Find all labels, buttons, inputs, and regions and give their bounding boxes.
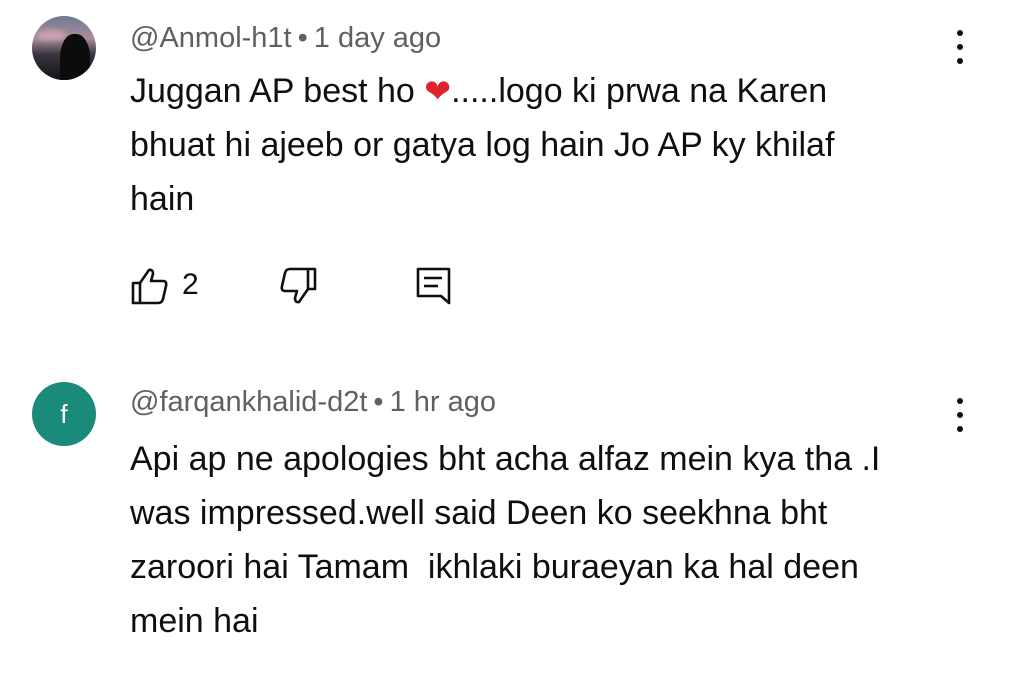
comment-meta: @Anmol-h1t • 1 day ago [130,22,441,55]
heart-emoji: ❤ [424,72,452,110]
thumbs-up-icon[interactable] [130,266,170,311]
avatar[interactable]: f [32,382,96,446]
more-vert-icon[interactable] [950,398,970,438]
meta-separator: • [297,22,308,54]
avatar[interactable] [32,16,96,80]
author-handle[interactable]: @Anmol-h1t [130,22,292,54]
comment-time[interactable]: 1 hr ago [390,386,496,418]
comment-1: @Anmol-h1t • 1 day ago Juggan AP best ho ❤… [0,0,1024,340]
like-count: 2 [182,268,199,301]
comment-time[interactable]: 1 day ago [314,22,441,54]
reply-icon[interactable] [414,266,454,311]
author-handle[interactable]: @farqankhalid-d2t [130,386,367,418]
comment-text: Api ap ne apologies bht acha alfaz mein … [130,440,881,640]
comment-text-part-1: Juggan AP best ho [130,72,425,110]
more-vert-icon[interactable] [950,30,970,70]
comment-2: f @farqankhalid-d2t • 1 hr ago Api ap ne a… [0,360,1024,677]
comment-text: Juggan AP best ho ❤.....logo ki prwa na … [130,64,930,226]
comment-actions: 2 [130,266,470,306]
thumbs-down-icon[interactable] [278,266,318,311]
meta-separator: • [373,386,384,418]
comment-meta: @farqankhalid-d2t • 1 hr ago [130,386,496,419]
